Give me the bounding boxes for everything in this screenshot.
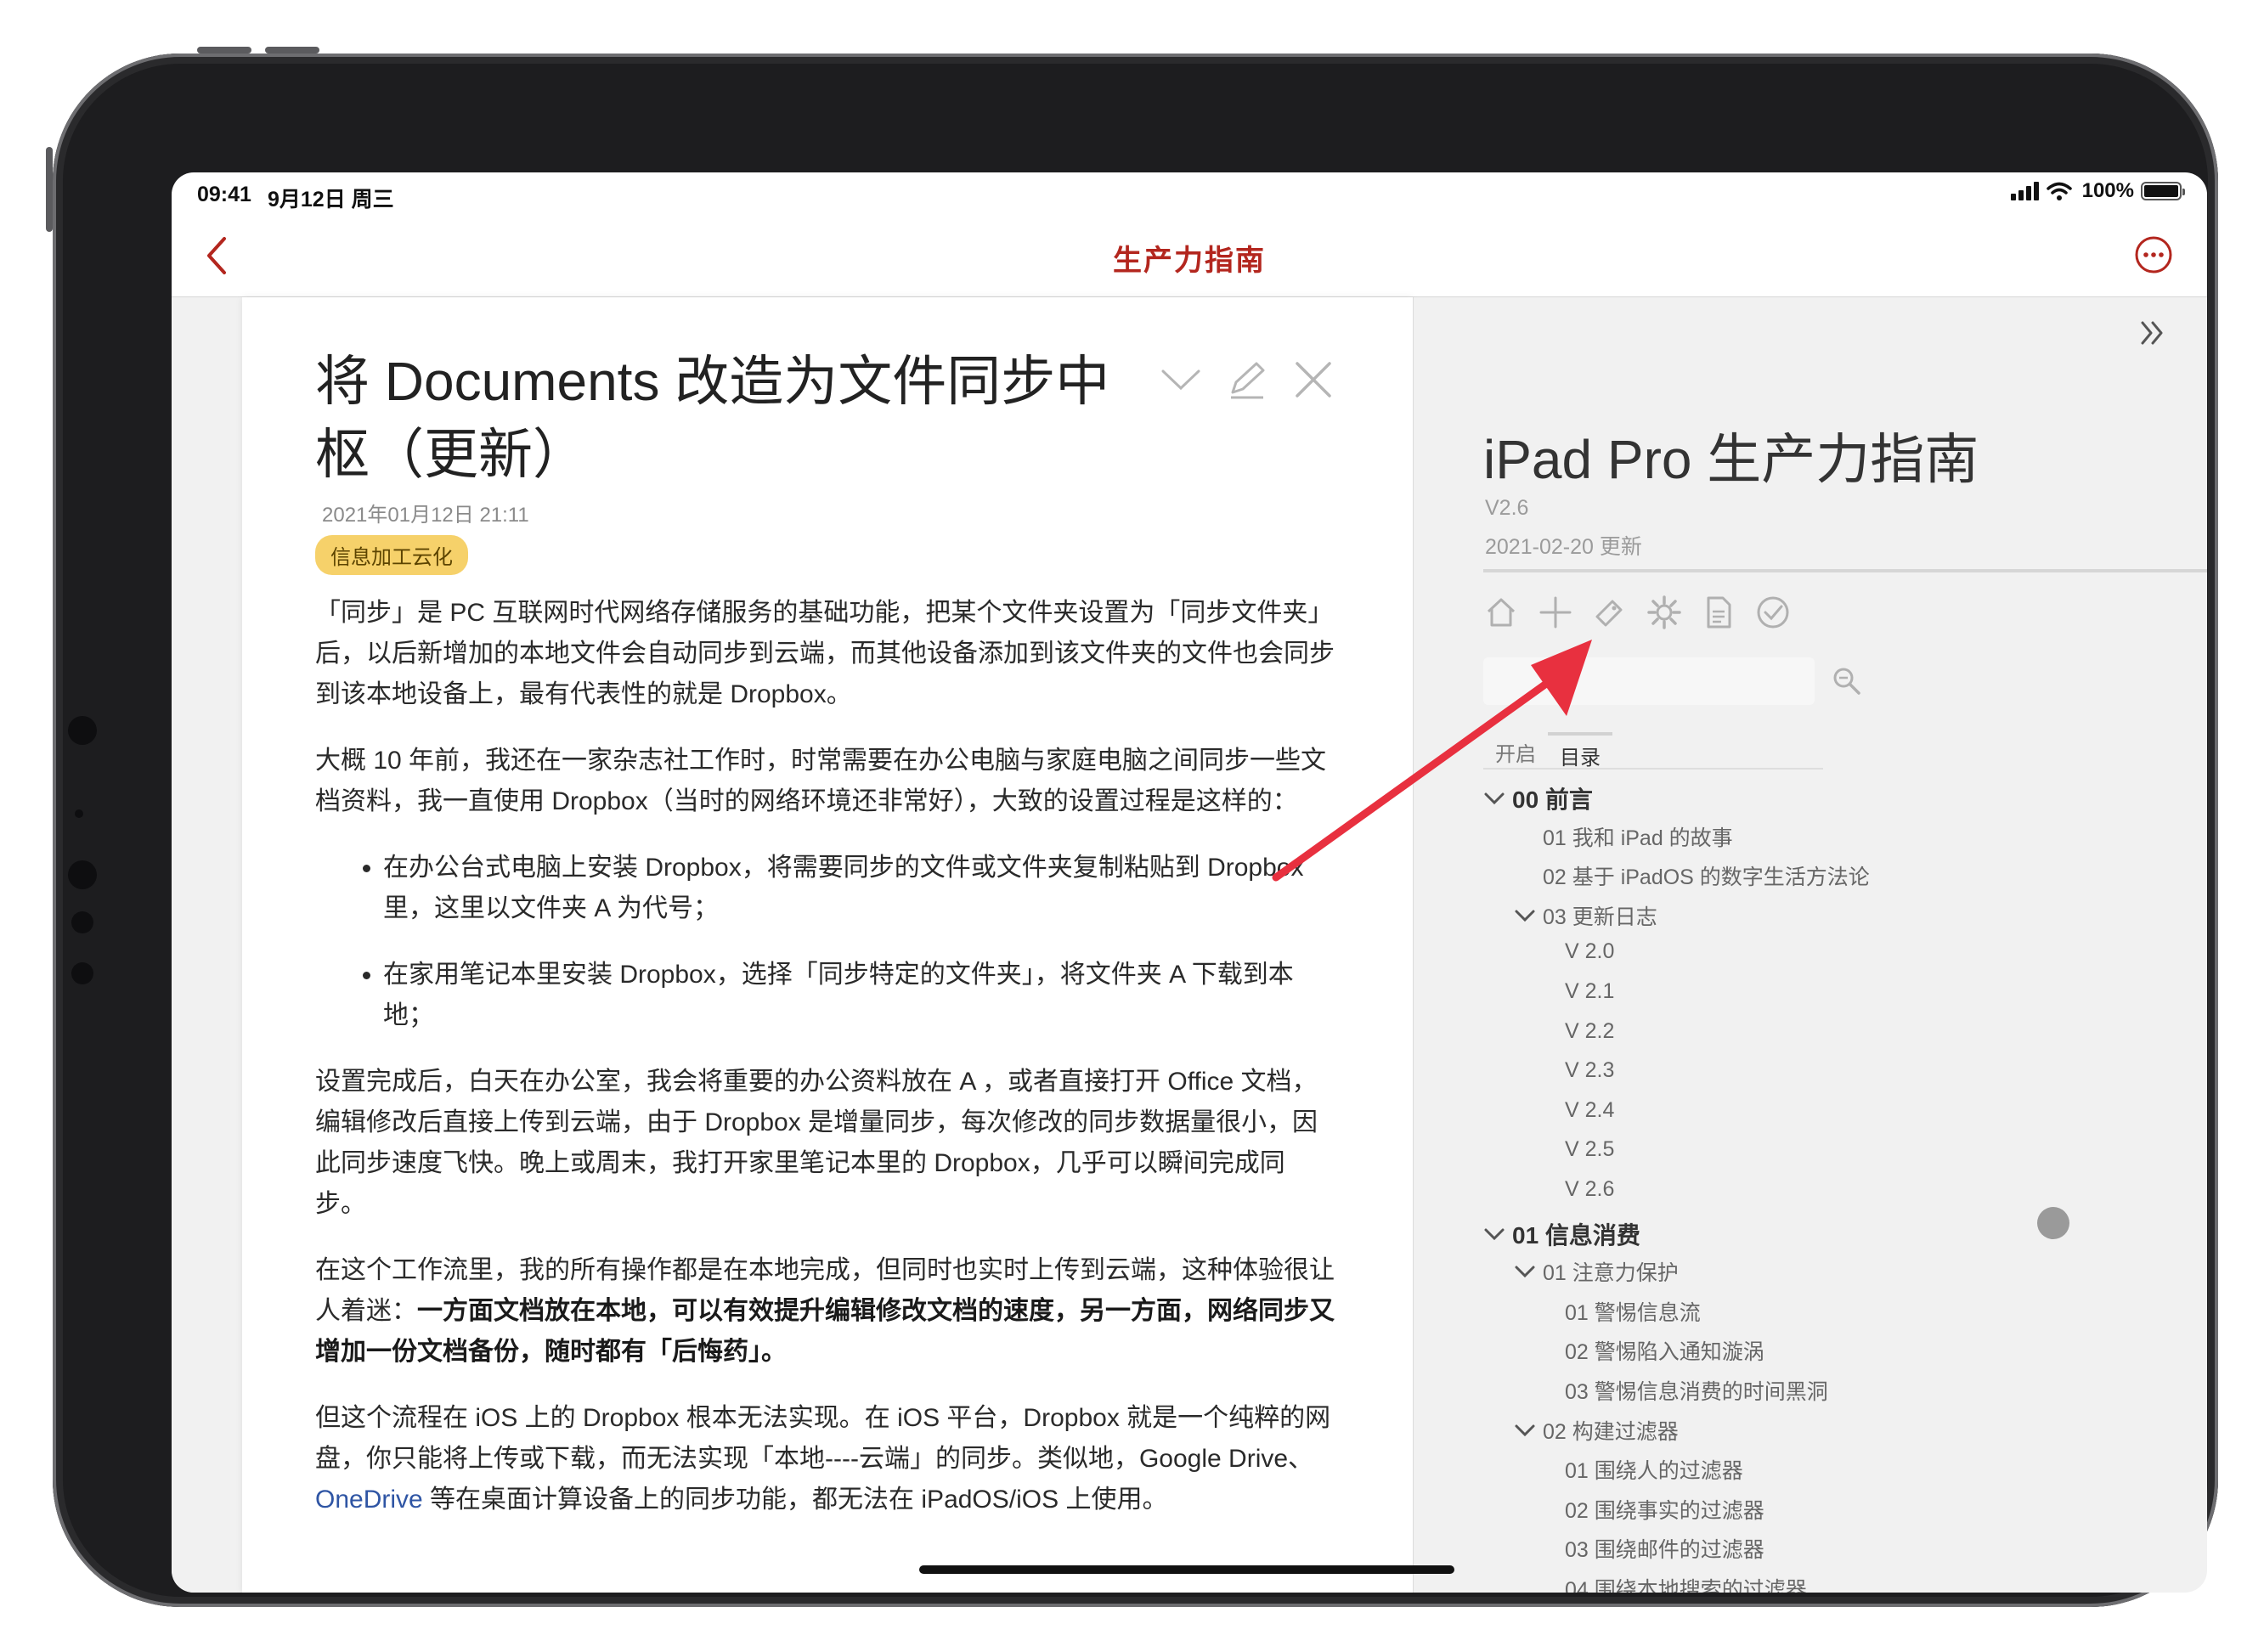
toc-item[interactable]: 01 警惕信息流 bbox=[1565, 1296, 1701, 1327]
edit-pencil-icon[interactable] bbox=[1226, 358, 1268, 401]
close-icon[interactable] bbox=[1292, 358, 1335, 401]
toc-item-label: 01 注意力保护 bbox=[1543, 1261, 1679, 1285]
toc-item-label: 02 围绕事实的过滤器 bbox=[1565, 1499, 1764, 1523]
sensor-dot-3 bbox=[71, 911, 93, 933]
arrow-head bbox=[1531, 640, 1592, 716]
toc-item-label: 01 信息消费 bbox=[1512, 1222, 1640, 1249]
article-title: 将 Documents 改造为文件同步中枢（更新） bbox=[315, 351, 1110, 485]
toc-item[interactable]: 02 围绕事实的过滤器 bbox=[1565, 1494, 1764, 1525]
home-icon[interactable] bbox=[1483, 595, 1519, 630]
list-item: 在办公台式电脑上安装 Dropbox，将需要同步的文件或文件夹复制粘贴到 Dro… bbox=[383, 848, 1335, 929]
toc-item-label: 02 构建过滤器 bbox=[1543, 1420, 1679, 1444]
top-button-left bbox=[197, 47, 251, 54]
toc-item[interactable]: V 2.4 bbox=[1565, 1098, 1614, 1123]
side-button bbox=[46, 147, 53, 232]
toc-item[interactable]: 02 构建过滤器 bbox=[1514, 1415, 1679, 1446]
toc-item[interactable]: V 2.0 bbox=[1565, 939, 1614, 964]
toc-item-label: 03 围绕邮件的过滤器 bbox=[1565, 1538, 1764, 1562]
toc-item[interactable]: 01 信息消费 bbox=[1483, 1217, 1640, 1251]
wifi-icon bbox=[2046, 182, 2072, 200]
status-time: 09:41 bbox=[197, 183, 251, 206]
toc-item[interactable]: V 2.1 bbox=[1565, 979, 1614, 1004]
paragraph-1: 「同步」是 PC 互联网时代网络存储服务的基础功能，把某个文件夹设置为「同步文件… bbox=[315, 599, 1335, 708]
paragraph-5-tail: 等在桌面计算设备上的同步功能，都无法在 iPadOS/iOS 上使用。 bbox=[422, 1486, 1168, 1514]
toc-item[interactable]: 03 围绕邮件的过滤器 bbox=[1565, 1533, 1764, 1564]
bullet-list: 在办公台式电脑上安装 Dropbox，将需要同步的文件或文件夹复制粘贴到 Dro… bbox=[315, 848, 1335, 1036]
chevron-down-icon[interactable] bbox=[1514, 1260, 1536, 1283]
article-tag[interactable]: 信息加工云化 bbox=[315, 535, 468, 575]
top-button-right bbox=[265, 47, 319, 54]
check-circle-icon[interactable] bbox=[1755, 595, 1791, 630]
paragraph-3: 设置完成后，白天在办公室，我会将重要的办公资料放在 A ，或者直接打开 Offi… bbox=[315, 1068, 1318, 1218]
article-toolbar bbox=[1160, 358, 1335, 401]
status-date: 9月12日 周三 bbox=[268, 188, 394, 211]
toc-item-label: V 2.6 bbox=[1565, 1177, 1615, 1201]
annotation-arrow bbox=[1272, 640, 1592, 882]
paragraph-5: 但这个流程在 iOS 上的 Dropbox 根本无法实现。在 iOS 平台，Dr… bbox=[315, 1398, 1335, 1520]
toc-item-label: V 2.3 bbox=[1565, 1058, 1615, 1082]
toc-item-label: 01 围绕人的过滤器 bbox=[1565, 1459, 1743, 1483]
toc-item-label: V 2.1 bbox=[1565, 979, 1615, 1003]
search-icon[interactable] bbox=[1830, 664, 1864, 698]
chevron-down-icon[interactable] bbox=[1514, 1419, 1536, 1441]
toc-item[interactable]: 03 警惕信息消费的时间黑洞 bbox=[1565, 1375, 1828, 1406]
toc-item[interactable]: V 2.5 bbox=[1565, 1137, 1614, 1162]
paragraph-4: 在这个工作流里，我的所有操作都是在本地完成，但同时也实时上传到云端，这种体验很让… bbox=[315, 1250, 1335, 1373]
chevron-down-icon[interactable] bbox=[1160, 363, 1202, 397]
home-indicator[interactable] bbox=[919, 1565, 1454, 1574]
toc-item[interactable]: V 2.2 bbox=[1565, 1019, 1614, 1044]
sidebar-updated: 2021-02-20 更新 bbox=[1485, 535, 1642, 559]
battery-percent: 100% bbox=[2081, 179, 2134, 202]
toc-item-label: V 2.4 bbox=[1565, 1098, 1615, 1122]
sidebar: iPad Pro 生产力指南 V2.6 2021-02-20 更新 开启 目录 … bbox=[1413, 297, 2207, 1593]
tag-edit-icon[interactable] bbox=[1592, 595, 1628, 630]
document-icon[interactable] bbox=[1701, 595, 1736, 630]
article-card: 将 Documents 改造为文件同步中枢（更新） 2021年01月12日 21… bbox=[242, 297, 1413, 1593]
toc-item[interactable]: V 2.6 bbox=[1565, 1177, 1614, 1202]
toc-item-label: V 2.0 bbox=[1565, 939, 1615, 963]
paragraph-5-text: 但这个流程在 iOS 上的 Dropbox 根本无法实现。在 iOS 平台，Dr… bbox=[315, 1404, 1331, 1473]
toc-item-label: 04 围绕本地搜索的过滤器 bbox=[1565, 1578, 1807, 1593]
collapse-sidebar-icon[interactable] bbox=[2134, 316, 2168, 350]
gear-icon[interactable] bbox=[1646, 595, 1682, 630]
screen: 09:41 9月12日 周三 100% 生产力指南 将 Documents 改造… bbox=[172, 172, 2207, 1593]
toc-item[interactable]: 02 警惕陷入通知漩涡 bbox=[1565, 1335, 1764, 1366]
article-date: 2021年01月12日 21:11 bbox=[322, 504, 529, 527]
toc-item-label: V 2.5 bbox=[1565, 1137, 1615, 1161]
toc-item[interactable]: 04 围绕本地搜索的过滤器 bbox=[1565, 1573, 1807, 1593]
signal-icon bbox=[2010, 182, 2039, 200]
sensor-dot-2 bbox=[68, 860, 97, 889]
paragraph-2: 大概 10 年前，我还在一家杂志社工作时，时常需要在办公电脑与家庭电脑之间同步一… bbox=[315, 747, 1327, 815]
onedrive-link[interactable]: OneDrive bbox=[315, 1486, 423, 1514]
sidebar-title: iPad Pro 生产力指南 bbox=[1483, 429, 1979, 490]
battery-icon bbox=[2141, 182, 2185, 200]
toc-item-label: 02 警惕陷入通知漩涡 bbox=[1565, 1340, 1764, 1364]
toc-item-label: 03 警惕信息消费的时间黑洞 bbox=[1565, 1380, 1828, 1404]
scroll-indicator[interactable] bbox=[2037, 1207, 2069, 1239]
status-right: 100% bbox=[2010, 179, 2185, 203]
toc-item[interactable]: 01 围绕人的过滤器 bbox=[1565, 1454, 1743, 1485]
more-options-icon[interactable] bbox=[2134, 235, 2173, 274]
ipad-frame: 09:41 9月12日 周三 100% 生产力指南 将 Documents 改造… bbox=[46, 47, 2218, 1607]
arrow-shaft bbox=[1272, 679, 1550, 882]
toc-item[interactable]: V 2.3 bbox=[1565, 1058, 1614, 1083]
paragraph-4-bold: 一方面文档放在本地，可以有效提升编辑修改文档的速度，另一方面，网络同步又增加一份… bbox=[315, 1297, 1335, 1366]
sensor-dot-1 bbox=[75, 809, 83, 818]
list-item: 在家用笔记本里安装 Dropbox，选择「同步特定的文件夹」，将文件夹 A 下载… bbox=[383, 955, 1335, 1036]
sidebar-version: V2.6 bbox=[1485, 496, 1529, 520]
nav-title: 生产力指南 bbox=[1113, 245, 1266, 277]
camera-dot bbox=[68, 716, 97, 745]
sidebar-divider bbox=[1483, 569, 2207, 572]
toc-item-label: 01 警惕信息流 bbox=[1565, 1301, 1701, 1325]
toc-item-label: V 2.2 bbox=[1565, 1019, 1615, 1043]
article-body: 「同步」是 PC 互联网时代网络存储服务的基础功能，把某个文件夹设置为「同步文件… bbox=[315, 593, 1335, 1546]
chevron-down-icon[interactable] bbox=[1483, 1223, 1505, 1245]
nav-bar: 生产力指南 bbox=[172, 217, 2207, 297]
sidebar-toolbar bbox=[1483, 595, 1791, 630]
sensor-dot-4 bbox=[71, 962, 93, 984]
add-icon[interactable] bbox=[1538, 595, 1573, 630]
toc-item[interactable]: 01 注意力保护 bbox=[1514, 1256, 1679, 1287]
status-bar: 09:41 9月12日 周三 100% bbox=[172, 172, 2207, 217]
